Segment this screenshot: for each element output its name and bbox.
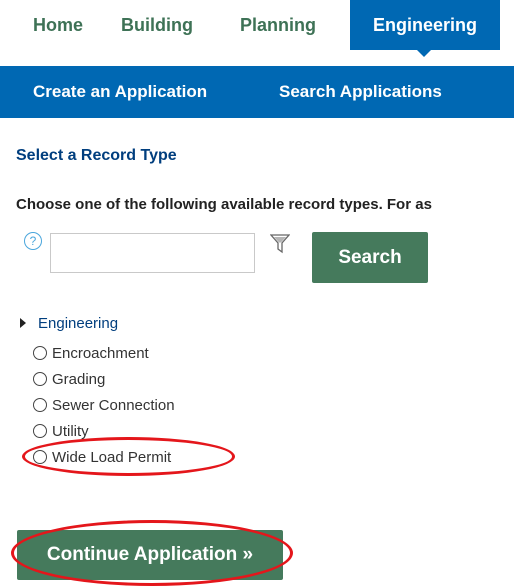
page: Home Building Planning Engineering Creat… (0, 0, 514, 587)
record-type-encroachment[interactable]: Encroachment (33, 340, 175, 366)
record-type-label: Encroachment (52, 344, 149, 362)
tab-planning[interactable]: Planning (240, 0, 316, 50)
sub-navigation: Create an Application Search Application… (0, 66, 514, 118)
radio-button[interactable] (33, 398, 47, 412)
tab-building[interactable]: Building (121, 0, 193, 50)
record-type-label: Wide Load Permit (52, 448, 172, 466)
page-title: Select a Record Type (16, 147, 177, 164)
record-type-list: Encroachment Grading Sewer Connection Ut… (33, 340, 175, 470)
tab-engineering[interactable]: Engineering (350, 0, 500, 50)
record-type-grading[interactable]: Grading (33, 366, 175, 392)
record-type-label: Sewer Connection (52, 396, 175, 414)
top-tabs: Home Building Planning Engineering (0, 0, 514, 57)
record-type-sewer-connection[interactable]: Sewer Connection (33, 392, 175, 418)
continue-application-button[interactable]: Continue Application » (17, 530, 283, 580)
create-application-link[interactable]: Create an Application (33, 66, 207, 118)
radio-button[interactable] (33, 346, 47, 360)
record-type-label: Grading (52, 370, 106, 388)
record-type-wide-load-permit[interactable]: Wide Load Permit (33, 444, 175, 470)
tree-group-engineering[interactable]: Engineering (38, 315, 118, 332)
record-type-utility[interactable]: Utility (33, 418, 175, 444)
record-type-label: Utility (52, 422, 89, 440)
tab-home[interactable]: Home (33, 0, 83, 50)
radio-button[interactable] (33, 372, 47, 386)
filter-icon[interactable] (270, 234, 290, 254)
instructions-text: Choose one of the following available re… (16, 196, 432, 213)
radio-button[interactable] (33, 450, 47, 464)
help-icon[interactable]: ? (24, 232, 42, 250)
search-button[interactable]: Search (312, 232, 428, 283)
expand-caret-icon[interactable] (20, 318, 26, 328)
active-tab-indicator (416, 49, 432, 57)
search-input[interactable] (50, 233, 255, 273)
radio-button[interactable] (33, 424, 47, 438)
search-applications-link[interactable]: Search Applications (279, 66, 442, 118)
